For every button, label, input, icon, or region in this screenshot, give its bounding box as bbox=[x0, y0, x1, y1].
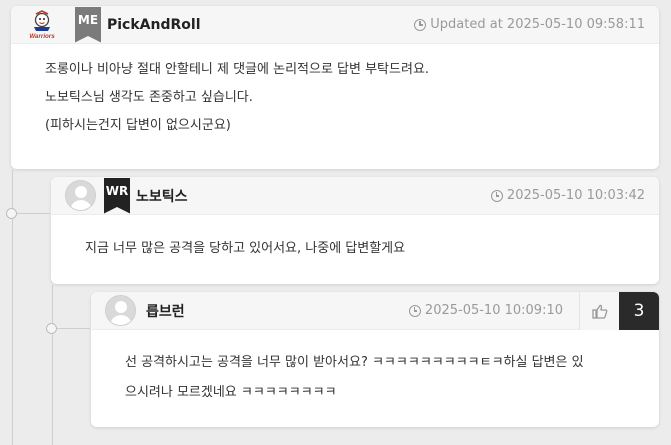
like-button[interactable] bbox=[579, 292, 619, 330]
clock-icon bbox=[408, 304, 421, 317]
svg-text:Warriors: Warriors bbox=[29, 33, 55, 40]
reply-card: 릅브런 2025-05-10 10:09:10 3 선 공격하시고는 공격을 너… bbox=[91, 292, 659, 427]
comment-username[interactable]: PickAndRoll bbox=[107, 17, 201, 33]
comment-card: Warriors ME PickAndRoll Updated at 2025-… bbox=[11, 6, 659, 169]
avatar[interactable] bbox=[105, 295, 136, 326]
thread-connector-level2 bbox=[52, 328, 90, 329]
comment-line: 선 공격하시고는 공격을 너무 많이 받아서요? ㅋㅋㅋㅋㅋㅋㅋㅋㅋㅌㅋ하실 답… bbox=[125, 355, 584, 370]
timestamp-text: 2025-05-10 10:09:10 bbox=[424, 303, 563, 318]
comment-line: 조롱이나 비아냥 절대 안할테니 제 댓글에 논리적으로 답변 부탁드려요. bbox=[45, 62, 430, 77]
comment-line: 노보틱스님 생각도 존중하고 싶습니다. bbox=[45, 90, 253, 105]
comment-body: 지금 너무 많은 공격을 당하고 있어서요, 나중에 답변할게요 bbox=[51, 215, 659, 263]
timestamp-text: Updated at 2025-05-10 09:58:11 bbox=[430, 17, 645, 32]
comment-line: (피하시는건지 답변이 없으시군요) bbox=[45, 118, 231, 133]
avatar[interactable] bbox=[65, 180, 96, 211]
reply-card: WR 노보틱스 2025-05-10 10:03:42 지금 너무 많은 공격을… bbox=[51, 177, 659, 284]
timestamp-text: 2025-05-10 10:03:42 bbox=[506, 188, 645, 203]
clock-icon bbox=[414, 18, 427, 31]
avatar[interactable]: Warriors bbox=[25, 8, 59, 42]
thread-connector-level1 bbox=[12, 213, 50, 214]
warriors-logo-icon: Warriors bbox=[29, 9, 55, 40]
comment-line: 으시려나 모르겠네요 ㅋㅋㅋㅋㅋㅋㅋㅋ bbox=[125, 385, 337, 400]
thumbs-up-icon bbox=[591, 304, 607, 319]
comment-body: 선 공격하시고는 공격을 너무 많이 받아서요? ㅋㅋㅋㅋㅋㅋㅋㅋㅋㅌㅋ하실 답… bbox=[91, 330, 659, 408]
comment-username[interactable]: 노보틱스 bbox=[136, 186, 188, 206]
comment-timestamp: 2025-05-10 10:03:42 bbox=[490, 188, 645, 203]
comment-header: 릅브런 2025-05-10 10:09:10 3 bbox=[91, 292, 659, 330]
writer-badge: WR bbox=[104, 177, 130, 214]
comment-username[interactable]: 릅브런 bbox=[146, 301, 185, 321]
like-count: 3 bbox=[619, 292, 659, 330]
comment-timestamp: Updated at 2025-05-10 09:58:11 bbox=[414, 17, 645, 32]
comment-header: WR 노보틱스 2025-05-10 10:03:42 bbox=[51, 177, 659, 215]
thread-node-level1 bbox=[6, 208, 17, 219]
clock-icon bbox=[490, 189, 503, 202]
comment-body: 조롱이나 비아냥 절대 안할테니 제 댓글에 논리적으로 답변 부탁드려요. 노… bbox=[11, 44, 659, 140]
member-badge: ME bbox=[75, 6, 101, 43]
comment-header: Warriors ME PickAndRoll Updated at 2025-… bbox=[11, 6, 659, 44]
thread-line-level2 bbox=[52, 285, 53, 445]
comment-line: 지금 너무 많은 공격을 당하고 있어서요, 나중에 답변할게요 bbox=[85, 241, 406, 256]
comment-timestamp: 2025-05-10 10:09:10 bbox=[408, 303, 563, 318]
thread-node-level2 bbox=[46, 323, 57, 334]
